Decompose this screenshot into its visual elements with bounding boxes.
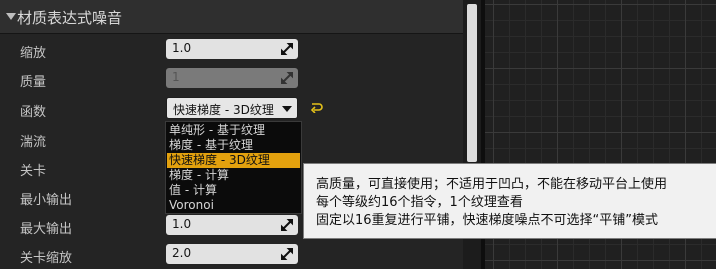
function-dropdown-menu: 单纯形 - 基于纹理 梯度 - 基于纹理 快速梯度 - 3D纹理 梯度 - 计算… <box>165 121 302 214</box>
collapse-triangle-icon[interactable] <box>6 13 16 20</box>
quality-value: 1 <box>172 70 180 84</box>
property-label: 关卡 <box>20 164 47 179</box>
function-dropdown[interactable]: 快速梯度 - 3D纹理 <box>166 97 298 119</box>
level-scale-input[interactable]: 2.0 <box>166 244 298 264</box>
property-label: 最大输出 <box>20 222 73 237</box>
function-selected-value: 快速梯度 - 3D纹理 <box>173 103 274 117</box>
panel-title: 材质表达式噪音 <box>17 9 123 27</box>
scale-input[interactable]: 1.0 <box>166 39 298 59</box>
dropdown-option-selected[interactable]: 快速梯度 - 3D纹理 <box>167 153 300 168</box>
property-label: 最小输出 <box>20 193 73 208</box>
option-tooltip: 高质量，可直接使用；不适用于凹凸，不能在移动平台上使用 每个等级约16个指令，1… <box>303 163 716 239</box>
level-scale-value: 2.0 <box>172 246 192 260</box>
drag-arrows-icon[interactable] <box>281 248 293 260</box>
dropdown-option[interactable]: 单纯形 - 基于纹理 <box>167 123 300 138</box>
property-row-scale: 缩放 1.0 <box>0 36 463 64</box>
category-header[interactable]: 材质表达式噪音 <box>0 0 463 34</box>
chevron-down-icon <box>282 106 292 112</box>
property-row-level-scale: 关卡缩放 2.0 <box>0 241 463 269</box>
reset-arrow-icon[interactable] <box>310 101 324 113</box>
drag-arrows-icon[interactable] <box>281 219 293 231</box>
drag-arrows-icon <box>281 72 293 84</box>
property-label: 湍流 <box>20 135 47 150</box>
tooltip-line: 每个等级约16个指令，1个纹理查看 <box>316 195 523 210</box>
dropdown-option[interactable]: 梯度 - 计算 <box>167 168 300 183</box>
property-label: 质量 <box>20 75 47 90</box>
property-label: 缩放 <box>20 46 47 61</box>
property-label: 关卡缩放 <box>20 251 73 266</box>
property-row-function: 函数 快速梯度 - 3D纹理 <box>0 95 463 123</box>
scale-value: 1.0 <box>172 41 192 55</box>
scrollbar-thumb[interactable] <box>467 4 477 162</box>
property-label: 函数 <box>20 105 47 120</box>
tooltip-line: 固定以16重复进行平铺，快速梯度噪点不可选择“平铺”模式 <box>316 213 659 228</box>
dropdown-option[interactable]: 值 - 计算 <box>167 183 300 198</box>
dropdown-option[interactable]: 梯度 - 基于纹理 <box>167 138 300 153</box>
property-row-quality: 质量 1 <box>0 65 463 93</box>
tooltip-line: 高质量，可直接使用；不适用于凹凸，不能在移动平台上使用 <box>316 177 668 192</box>
output-max-input[interactable]: 1.0 <box>166 215 298 235</box>
dropdown-option[interactable]: Voronoi <box>167 198 300 213</box>
quality-input: 1 <box>166 68 298 88</box>
output-max-value: 1.0 <box>172 217 192 231</box>
drag-arrows-icon[interactable] <box>281 43 293 55</box>
